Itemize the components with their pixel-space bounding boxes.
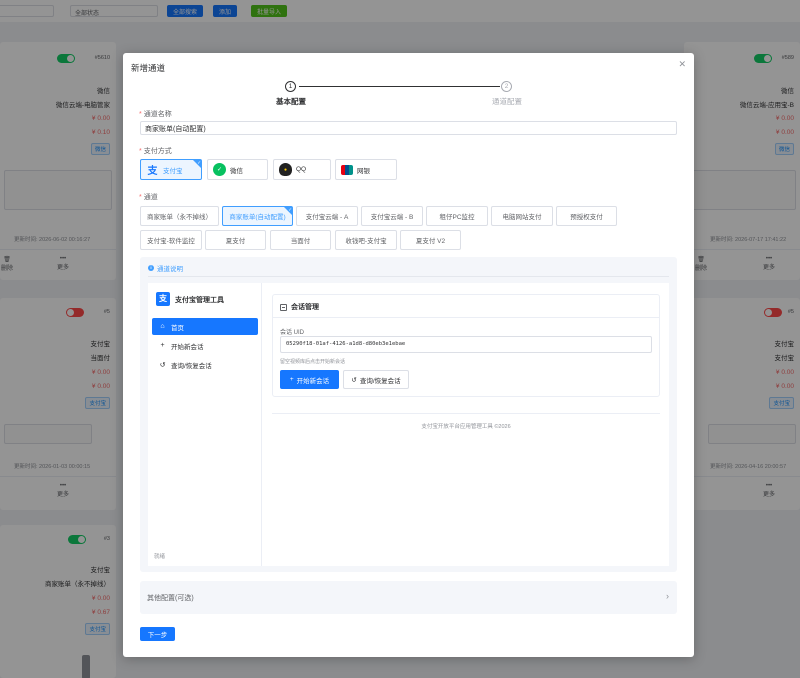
session-icon [280,303,287,311]
channel-option[interactable]: 支付宝云端 - A [296,206,358,226]
history-icon: ↺ [351,376,357,384]
app-main: 会话管理 会话 UID 05290f18-01af-4126-a1d8-d80e… [262,283,669,566]
channel-option[interactable]: 夏支付 [205,230,266,250]
start-session-button[interactable]: + 开始新会话 [280,370,339,389]
payment-method-label: * 支付方式 [139,148,172,155]
info-icon: i [148,265,154,271]
channel-option[interactable]: 商家账单(自动配置) [222,206,293,226]
step-2-circle: 2 [501,81,512,92]
step-1-label: 基本配置 [276,97,306,106]
alipay-icon: 支 [147,166,158,177]
embedded-app-preview: 支 支付宝管理工具 ⌂ 首页 + 开始新会话 ↺ 查询/恢复会话 就绪 会话管理… [148,283,669,566]
history-icon: ↺ [159,361,166,369]
channel-option[interactable]: 收钱吧-支付宝 [335,230,397,250]
channel-option[interactable]: 商家账单（永不掉线） [140,206,219,226]
dialog-title: 新增通道 [131,63,166,73]
nav-label: 开始新会话 [171,343,204,351]
session-card: 会话管理 会话 UID 05290f18-01af-4126-a1d8-d80e… [272,294,660,397]
channel-option[interactable]: 支付宝-软件监控 [140,230,202,250]
channel-description-panel: i 通道说明 支 支付宝管理工具 ⌂ 首页 + 开始新会话 ↺ 查询/恢复会话 [140,257,677,572]
qq-icon: ● [279,163,292,176]
new-channel-dialog: 新增通道 ✕ 1 2 基本配置 通道配置 * 通道名称 商家账单(自动配置) * 支… [123,53,694,657]
channel-option[interactable]: 电脑网站支付 [491,206,553,226]
description-title: 通道说明 [157,266,183,273]
uid-label: 会话 UID [280,330,305,336]
query-session-button[interactable]: ↺ 查询/恢复会话 [343,370,409,389]
sidebar-status: 就绪 [154,554,166,560]
plus-icon: + [160,342,165,349]
description-header: i 通道说明 [148,263,183,273]
app-logo: 支 [156,292,170,306]
unionpay-icon [341,164,353,175]
channel-option[interactable]: 夏支付 V2 [400,230,461,250]
wechat-icon: ✓ [213,163,226,176]
nav-label: 首页 [171,324,184,332]
divider [273,317,659,318]
nav-home[interactable]: ⌂ 首页 [152,318,258,335]
step-1-circle: 1 [285,81,296,92]
pay-method-alipay[interactable]: 支 支付宝 [140,159,202,180]
channel-label: * 通道 [139,194,158,201]
channel-option[interactable]: 当面付 [270,230,331,250]
pay-method-label: 网银 [357,167,370,175]
divider [272,413,660,414]
pay-method-qq[interactable]: ● QQ [273,159,331,180]
pay-method-label: 支付宝 [163,167,183,175]
channel-option[interactable]: 预授权支付 [556,206,617,226]
button-label: 开始新会话 [296,377,330,385]
channel-name-input[interactable]: 商家账单(自动配置) [140,121,677,135]
nav-query-session[interactable]: ↺ 查询/恢复会话 [152,356,258,373]
other-config-collapse[interactable]: 其他配置(可选) › [140,581,677,614]
uid-input[interactable]: 05290f18-01af-4126-a1d8-d80eb3e1ebae [280,336,652,353]
next-step-button[interactable]: 下一步 [140,627,175,641]
pay-method-label: QQ [296,166,307,173]
app-sidebar: 支 支付宝管理工具 ⌂ 首页 + 开始新会话 ↺ 查询/恢复会话 就绪 [148,283,262,566]
plus-icon: + [289,376,294,383]
selected-check-icon [284,207,292,215]
step-indicator: 1 2 基本配置 通道配置 [123,80,694,108]
app-footer: 支付宝开放平台应用管理工具 ©2026 [421,424,511,430]
close-icon[interactable]: ✕ [678,59,686,70]
channel-option-label: 商家账单(自动配置) [229,214,286,221]
uid-hint: 留空视频库后点击开始新会话 [280,359,346,365]
session-title-text: 会话管理 [291,304,319,311]
chevron-right-icon: › [666,591,669,601]
step-2-label: 通道配置 [492,97,522,106]
button-label: 查询/恢复会话 [359,377,401,385]
pay-method-unionpay[interactable]: 网银 [335,159,397,180]
channel-name-label: * 通道名称 [139,111,172,118]
home-icon: ⌂ [160,323,165,330]
other-config-label: 其他配置(可选) [147,595,194,602]
pay-method-wechat[interactable]: ✓ 微信 [207,159,268,180]
divider [148,276,669,277]
session-title: 会话管理 [280,302,319,312]
app-name: 支付宝管理工具 [175,297,224,304]
channel-option[interactable]: 租仔PC监控 [426,206,488,226]
channel-option[interactable]: 支付宝云端 - B [361,206,423,226]
pay-method-label: 微信 [230,167,243,175]
step-line [299,86,500,87]
nav-label: 查询/恢复会话 [171,362,212,370]
nav-start-session[interactable]: + 开始新会话 [152,337,258,354]
selected-check-icon [193,160,201,168]
